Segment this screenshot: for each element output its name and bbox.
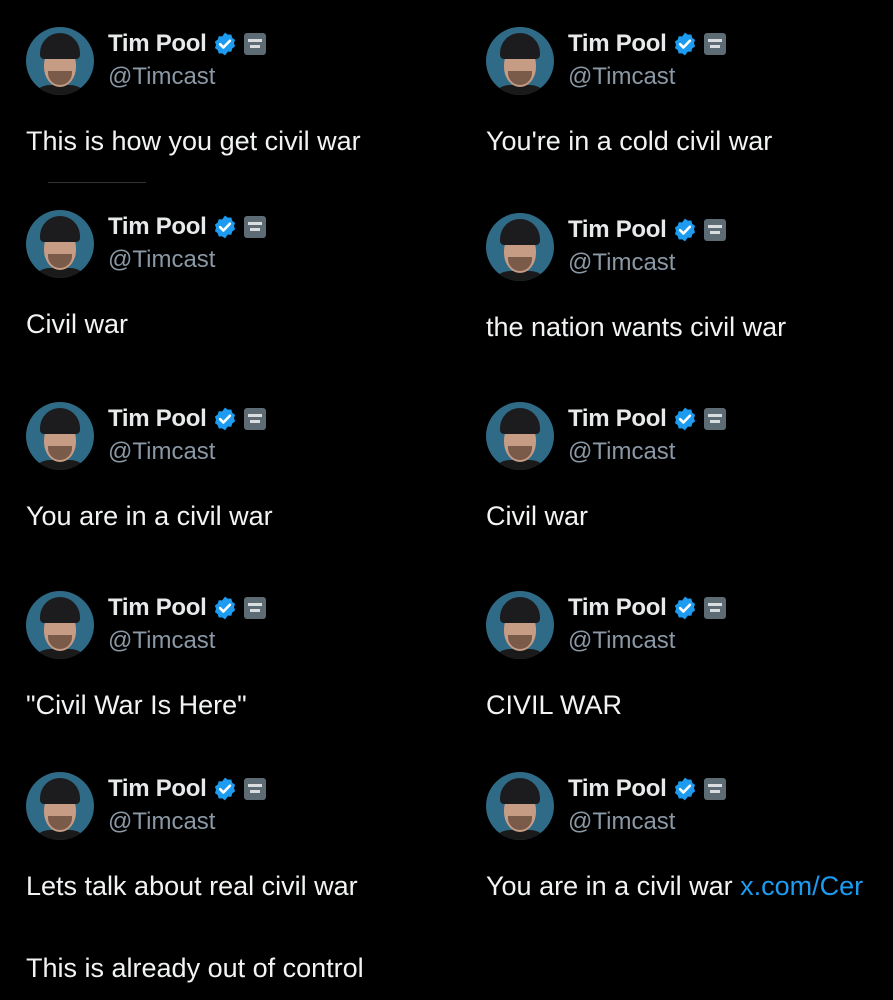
- display-name[interactable]: Tim Pool: [568, 216, 667, 244]
- verified-badge-icon: [674, 32, 695, 56]
- display-name[interactable]: Tim Pool: [108, 405, 207, 433]
- tweet-header: Tim Pool @Timcast: [486, 772, 893, 842]
- tweet-card[interactable]: Tim Pool @Timcast You're in a cold civil…: [486, 27, 893, 157]
- verified-badge-icon: [214, 32, 235, 56]
- name-row: Tim Pool: [108, 593, 266, 623]
- handle[interactable]: @Timcast: [108, 627, 215, 655]
- display-name[interactable]: Tim Pool: [108, 213, 207, 241]
- avatar[interactable]: [26, 27, 94, 95]
- affiliate-badge-icon: [243, 216, 266, 238]
- avatar[interactable]: [486, 27, 554, 95]
- tweet-text: Civil war: [486, 501, 589, 531]
- tweet-card[interactable]: Tim Pool @Timcast Lets talk about real c…: [26, 772, 446, 984]
- tweet-text: You are in a civil war: [486, 871, 741, 901]
- affiliate-badge-icon: [703, 778, 726, 800]
- avatar[interactable]: [486, 591, 554, 659]
- name-row: Tim Pool: [108, 774, 266, 804]
- tweet-header: Tim Pool @Timcast: [26, 402, 446, 472]
- tweet-text: This is how you get civil war: [26, 126, 361, 156]
- tweet-text: the nation wants civil war: [486, 312, 787, 342]
- divider-line: [48, 182, 146, 183]
- avatar[interactable]: [486, 772, 554, 840]
- affiliate-badge-icon: [243, 33, 266, 55]
- tweet-header: Tim Pool @Timcast: [486, 27, 893, 97]
- tweet-link[interactable]: x.com/Cer: [740, 871, 863, 901]
- tweet-header: Tim Pool @Timcast: [26, 772, 446, 842]
- handle[interactable]: @Timcast: [568, 63, 675, 91]
- tweet-card[interactable]: Tim Pool @Timcast You are in a civil war: [26, 402, 446, 532]
- handle[interactable]: @Timcast: [568, 438, 675, 466]
- verified-badge-icon: [674, 596, 695, 620]
- avatar[interactable]: [26, 402, 94, 470]
- avatar[interactable]: [486, 213, 554, 281]
- name-row: Tim Pool: [108, 404, 266, 434]
- display-name[interactable]: Tim Pool: [568, 775, 667, 803]
- tweet-card[interactable]: Tim Pool @Timcast Civil war: [486, 402, 893, 532]
- tweet-text: Lets talk about real civil war: [26, 871, 358, 901]
- affiliate-badge-icon: [703, 219, 726, 241]
- avatar[interactable]: [26, 591, 94, 659]
- tweet-card[interactable]: Tim Pool @Timcast This is how you get ci…: [26, 27, 446, 157]
- affiliate-badge-icon: [243, 597, 266, 619]
- tweet-card[interactable]: Tim Pool @Timcast the nation wants civil…: [486, 213, 893, 343]
- tweet-header: Tim Pool @Timcast: [26, 591, 446, 661]
- name-row: Tim Pool: [568, 215, 726, 245]
- tweet-card[interactable]: Tim Pool @Timcast You are in a civil war…: [486, 772, 893, 902]
- tweet-text: CIVIL WAR: [486, 690, 623, 720]
- avatar[interactable]: [26, 210, 94, 278]
- display-name[interactable]: Tim Pool: [108, 594, 207, 622]
- handle[interactable]: @Timcast: [108, 246, 215, 274]
- affiliate-badge-icon: [703, 597, 726, 619]
- tweet-header: Tim Pool @Timcast: [26, 210, 446, 280]
- avatar[interactable]: [486, 402, 554, 470]
- tweet-header: Tim Pool @Timcast: [26, 27, 446, 97]
- handle[interactable]: @Timcast: [568, 627, 675, 655]
- tweet-card[interactable]: Tim Pool @Timcast CIVIL WAR: [486, 591, 893, 721]
- tweet-header: Tim Pool @Timcast: [486, 402, 893, 472]
- affiliate-badge-icon: [243, 408, 266, 430]
- name-row: Tim Pool: [568, 404, 726, 434]
- tweet-text: You're in a cold civil war: [486, 126, 773, 156]
- handle[interactable]: @Timcast: [568, 249, 675, 277]
- affiliate-badge-icon: [243, 778, 266, 800]
- handle[interactable]: @Timcast: [108, 63, 215, 91]
- display-name[interactable]: Tim Pool: [568, 594, 667, 622]
- verified-badge-icon: [674, 407, 695, 431]
- avatar[interactable]: [26, 772, 94, 840]
- name-row: Tim Pool: [108, 29, 266, 59]
- verified-badge-icon: [674, 218, 695, 242]
- handle[interactable]: @Timcast: [108, 438, 215, 466]
- name-row: Tim Pool: [568, 774, 726, 804]
- name-row: Tim Pool: [568, 593, 726, 623]
- verified-badge-icon: [214, 215, 235, 239]
- tweet-text: You are in a civil war: [26, 501, 273, 531]
- affiliate-badge-icon: [703, 33, 726, 55]
- handle[interactable]: @Timcast: [108, 808, 215, 836]
- handle[interactable]: @Timcast: [568, 808, 675, 836]
- tweet-text-with-link: You are in a civil war x.com/Cer: [486, 870, 893, 902]
- verified-badge-icon: [214, 407, 235, 431]
- display-name[interactable]: Tim Pool: [568, 30, 667, 58]
- affiliate-badge-icon: [703, 408, 726, 430]
- name-row: Tim Pool: [108, 212, 266, 242]
- display-name[interactable]: Tim Pool: [108, 775, 207, 803]
- verified-badge-icon: [214, 777, 235, 801]
- display-name[interactable]: Tim Pool: [568, 405, 667, 433]
- verified-badge-icon: [214, 596, 235, 620]
- tweet-text: "Civil War Is Here": [26, 690, 247, 720]
- name-row: Tim Pool: [568, 29, 726, 59]
- tweet-header: Tim Pool @Timcast: [486, 591, 893, 661]
- tweet-text-second-line: This is already out of control: [26, 953, 364, 983]
- tweet-card[interactable]: Tim Pool @Timcast Civil war: [26, 210, 446, 340]
- verified-badge-icon: [674, 777, 695, 801]
- tweet-text: Civil war: [26, 309, 129, 339]
- display-name[interactable]: Tim Pool: [108, 30, 207, 58]
- tweet-header: Tim Pool @Timcast: [486, 213, 893, 283]
- tweet-card[interactable]: Tim Pool @Timcast "Civil War Is Here": [26, 591, 446, 721]
